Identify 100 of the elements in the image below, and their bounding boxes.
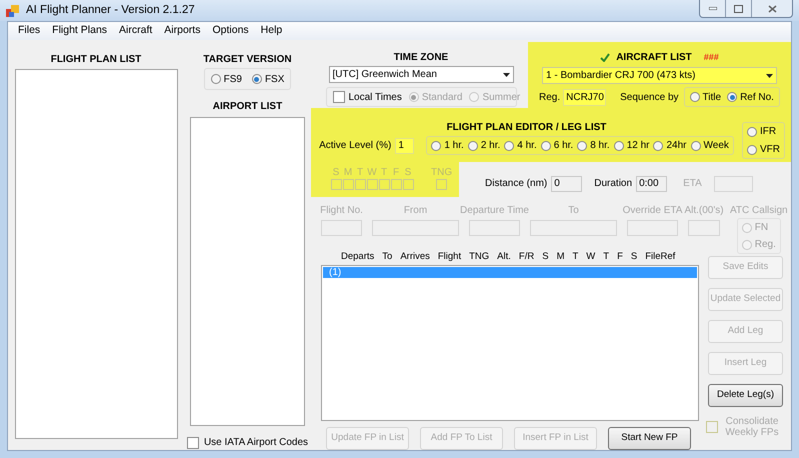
field-label: Sequence by xyxy=(620,90,679,104)
field-label: Distance (nm) xyxy=(485,177,548,191)
column-header: S xyxy=(630,250,638,263)
radio-label: Week xyxy=(704,139,729,153)
radio-label: Reg. xyxy=(754,238,776,252)
radio-label: 4 hr. xyxy=(517,139,537,153)
button[interactable]: Start New FP xyxy=(608,427,691,450)
aircraft-dropdown[interactable]: 1 - Bombardier CRJ 700 (473 kts) xyxy=(542,67,777,84)
checkbox-label: Consolidate Weekly FPs xyxy=(724,416,780,438)
column-header: Departs xyxy=(341,250,374,263)
menu-item[interactable]: Options xyxy=(206,23,255,39)
menu-item[interactable]: Flight Plans xyxy=(46,23,114,39)
field-label: Duration xyxy=(594,177,632,191)
checkbox[interactable] xyxy=(402,179,414,190)
duration-field[interactable]: 0:00 xyxy=(636,176,668,192)
section-title: AIRCRAFT LIST xyxy=(616,51,692,65)
eta-field[interactable] xyxy=(714,176,753,192)
checkbox[interactable] xyxy=(436,179,448,190)
field-label: Departure Time xyxy=(460,204,529,218)
field-label: ATC Callsign xyxy=(730,204,788,218)
column-header: M xyxy=(556,250,564,263)
field-label: Flight No. xyxy=(320,204,363,218)
field-label: Active Level (%) xyxy=(319,139,392,153)
window-title: AI Flight Planner - Version 2.1.27 xyxy=(26,2,195,18)
radio-label: FS9 xyxy=(224,72,242,86)
day-label: F xyxy=(392,166,400,179)
input-field[interactable] xyxy=(372,220,459,236)
dropdown-value: 1 - Bombardier CRJ 700 (473 kts) xyxy=(546,69,696,83)
radio-label: FSX xyxy=(264,72,284,86)
radio-button[interactable] xyxy=(614,140,624,150)
airport-listbox[interactable] xyxy=(190,117,305,426)
radio-button[interactable] xyxy=(742,240,752,250)
field-label: ETA xyxy=(683,177,702,191)
menu-item[interactable]: Aircraft xyxy=(113,23,158,39)
menu-item[interactable]: Files xyxy=(12,23,46,39)
time-zone-dropdown[interactable]: [UTC] Greenwich Mean xyxy=(328,66,514,83)
day-label: T xyxy=(356,166,364,179)
menu-item[interactable]: Airports xyxy=(158,23,206,39)
active-level-field[interactable]: 1 xyxy=(395,138,414,154)
distance-field[interactable]: 0 xyxy=(551,176,582,192)
column-header: Flight xyxy=(438,250,462,263)
app-icon xyxy=(6,4,20,18)
radio-button[interactable] xyxy=(577,140,588,150)
checkbox[interactable] xyxy=(342,179,354,190)
column-header: Alt. xyxy=(497,250,511,263)
checkbox[interactable] xyxy=(366,179,378,190)
input-field[interactable] xyxy=(469,220,520,236)
dropdown-value: [UTC] Greenwich Mean xyxy=(332,68,437,82)
checkbox[interactable] xyxy=(186,436,199,448)
status-marker: ### xyxy=(704,50,719,64)
radio-label: Ref No. xyxy=(740,90,774,104)
section-title: TARGET VERSION xyxy=(203,53,292,67)
radio-label: 24hr xyxy=(666,139,686,153)
radio-label: Summer xyxy=(482,90,520,104)
day-label: T xyxy=(380,166,388,179)
radio-button[interactable] xyxy=(504,140,514,150)
field-label: From xyxy=(404,204,428,218)
radio-button[interactable] xyxy=(468,140,478,150)
radio-button[interactable] xyxy=(431,140,442,150)
day-label: S xyxy=(332,166,340,179)
checkbox-label: Local Times xyxy=(348,90,402,104)
day-label: M xyxy=(344,166,352,179)
column-header: F xyxy=(617,250,623,263)
radio-button[interactable] xyxy=(210,74,221,84)
checkbox[interactable] xyxy=(378,179,390,190)
day-label: TNG xyxy=(431,166,452,179)
radio-label: 2 hr. xyxy=(480,139,500,153)
radio-button[interactable] xyxy=(653,140,664,150)
section-title: FLIGHT PLAN EDITOR / LEG LIST xyxy=(446,121,606,135)
checkbox[interactable] xyxy=(332,91,344,103)
column-header: F/R xyxy=(518,250,534,263)
radio-label: Title xyxy=(702,90,722,104)
checkbox-label: Use IATA Airport Codes xyxy=(204,436,308,450)
checkbox[interactable] xyxy=(330,179,342,190)
checkbox[interactable] xyxy=(390,179,402,190)
column-header: FileRef xyxy=(645,250,676,263)
column-header: W xyxy=(586,250,596,263)
radio-label: 6 hr. xyxy=(554,139,574,153)
radio-button[interactable] xyxy=(252,74,262,84)
input-field[interactable] xyxy=(627,220,678,236)
registration-field[interactable]: NCRJ70 xyxy=(563,88,606,106)
radio-label: 8 hr. xyxy=(590,139,610,153)
checkbox[interactable] xyxy=(354,179,366,190)
radio-label: Standard xyxy=(422,90,462,104)
input-field[interactable] xyxy=(321,220,362,236)
column-header: T xyxy=(603,250,610,263)
radio-button[interactable] xyxy=(540,140,551,150)
radio-button[interactable] xyxy=(690,92,700,102)
menu-item[interactable]: Help xyxy=(254,23,288,39)
radio-button[interactable] xyxy=(742,222,752,232)
radio-button[interactable] xyxy=(747,126,757,136)
radio-button[interactable] xyxy=(727,92,738,102)
maximize-icon xyxy=(734,4,743,12)
radio-button[interactable] xyxy=(690,140,700,150)
column-header: TNG xyxy=(469,250,490,263)
radio-button[interactable] xyxy=(747,144,757,154)
column-header: Arrives xyxy=(400,250,430,263)
input-field[interactable] xyxy=(530,220,617,236)
button[interactable]: Delete Leg(s) xyxy=(708,384,783,407)
input-field[interactable] xyxy=(688,220,720,236)
